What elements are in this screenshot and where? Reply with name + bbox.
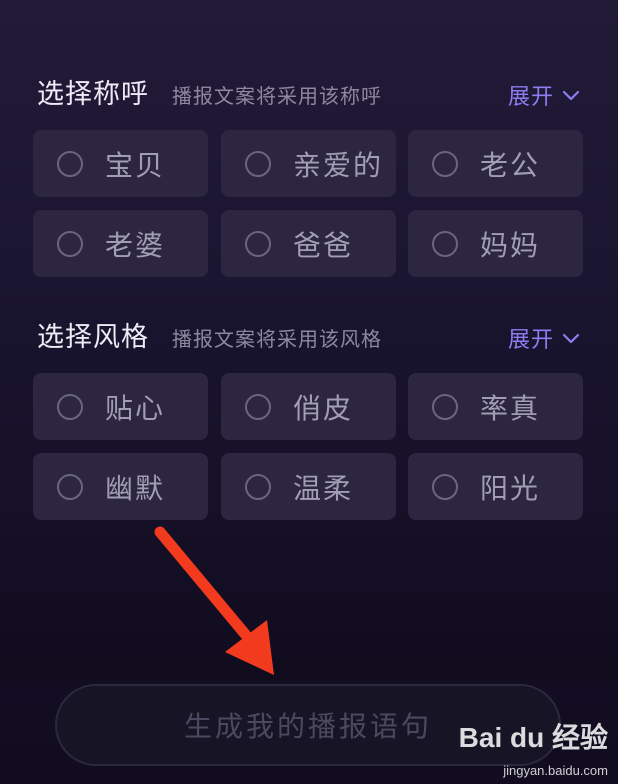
radio-unchecked-icon	[432, 473, 458, 500]
style-option[interactable]: 贴心	[33, 373, 208, 440]
radio-unchecked-icon	[245, 473, 271, 500]
style-option-label: 率真	[480, 391, 541, 425]
radio-unchecked-icon	[245, 230, 271, 257]
chevron-down-icon	[562, 333, 580, 344]
address-option-label: 亲爱的	[293, 148, 384, 182]
style-section-subtitle: 播报文案将采用该风格	[172, 327, 382, 351]
address-option-label: 老婆	[105, 228, 166, 262]
bottom-fade	[0, 560, 618, 680]
style-expand-button[interactable]: 展开	[508, 322, 582, 354]
address-option-label: 爸爸	[293, 228, 354, 262]
style-expand-label: 展开	[507, 328, 554, 353]
radio-unchecked-icon	[432, 230, 458, 257]
generate-button-label: 生成我的播报语句	[183, 710, 432, 743]
style-section-header: 选择风格 播报文案将采用该风格 展开	[0, 318, 618, 358]
style-option-label: 幽默	[105, 471, 166, 505]
radio-unchecked-icon	[57, 393, 83, 420]
radio-unchecked-icon	[432, 393, 458, 420]
watermark-url: jingyan.baidu.com	[503, 763, 608, 778]
style-option-label: 温柔	[293, 471, 354, 505]
style-option-label: 贴心	[105, 391, 166, 425]
style-section: 选择风格 播报文案将采用该风格 展开 贴心 俏皮 率真 幽默 温柔 阳光	[0, 318, 618, 528]
address-option[interactable]: 妈妈	[408, 210, 583, 277]
radio-unchecked-icon	[245, 150, 271, 177]
address-option[interactable]: 宝贝	[33, 130, 208, 197]
address-option[interactable]: 老婆	[33, 210, 208, 277]
style-section-title: 选择风格	[37, 322, 149, 353]
address-section-header: 选择称呼 播报文案将采用该称呼 展开	[0, 75, 618, 115]
address-option[interactable]: 爸爸	[221, 210, 396, 277]
style-option[interactable]: 温柔	[221, 453, 396, 520]
style-option[interactable]: 率真	[408, 373, 583, 440]
radio-unchecked-icon	[432, 150, 458, 177]
watermark-logo: Bai du 经验	[458, 722, 608, 753]
radio-unchecked-icon	[245, 393, 271, 420]
baidu-jingyan-watermark: Bai du 经验 jingyan.baidu.com	[459, 716, 612, 780]
radio-unchecked-icon	[57, 150, 83, 177]
style-option-label: 阳光	[480, 471, 541, 505]
style-option[interactable]: 幽默	[33, 453, 208, 520]
style-option[interactable]: 俏皮	[221, 373, 396, 440]
address-option-label: 妈妈	[480, 228, 541, 262]
address-section-title: 选择称呼	[37, 79, 149, 110]
style-option[interactable]: 阳光	[408, 453, 583, 520]
address-option-label: 宝贝	[105, 148, 166, 182]
address-section-subtitle: 播报文案将采用该称呼	[172, 84, 382, 108]
radio-unchecked-icon	[57, 230, 83, 257]
radio-unchecked-icon	[57, 473, 83, 500]
address-option[interactable]: 亲爱的	[221, 130, 396, 197]
address-option-label: 老公	[480, 148, 541, 182]
chevron-down-icon	[562, 90, 580, 101]
address-option[interactable]: 老公	[408, 130, 583, 197]
address-expand-label: 展开	[507, 85, 554, 110]
address-section: 选择称呼 播报文案将采用该称呼 展开 宝贝 亲爱的 老公 老婆 爸爸 妈妈	[0, 75, 618, 285]
address-expand-button[interactable]: 展开	[508, 79, 582, 111]
style-option-label: 俏皮	[293, 391, 354, 425]
